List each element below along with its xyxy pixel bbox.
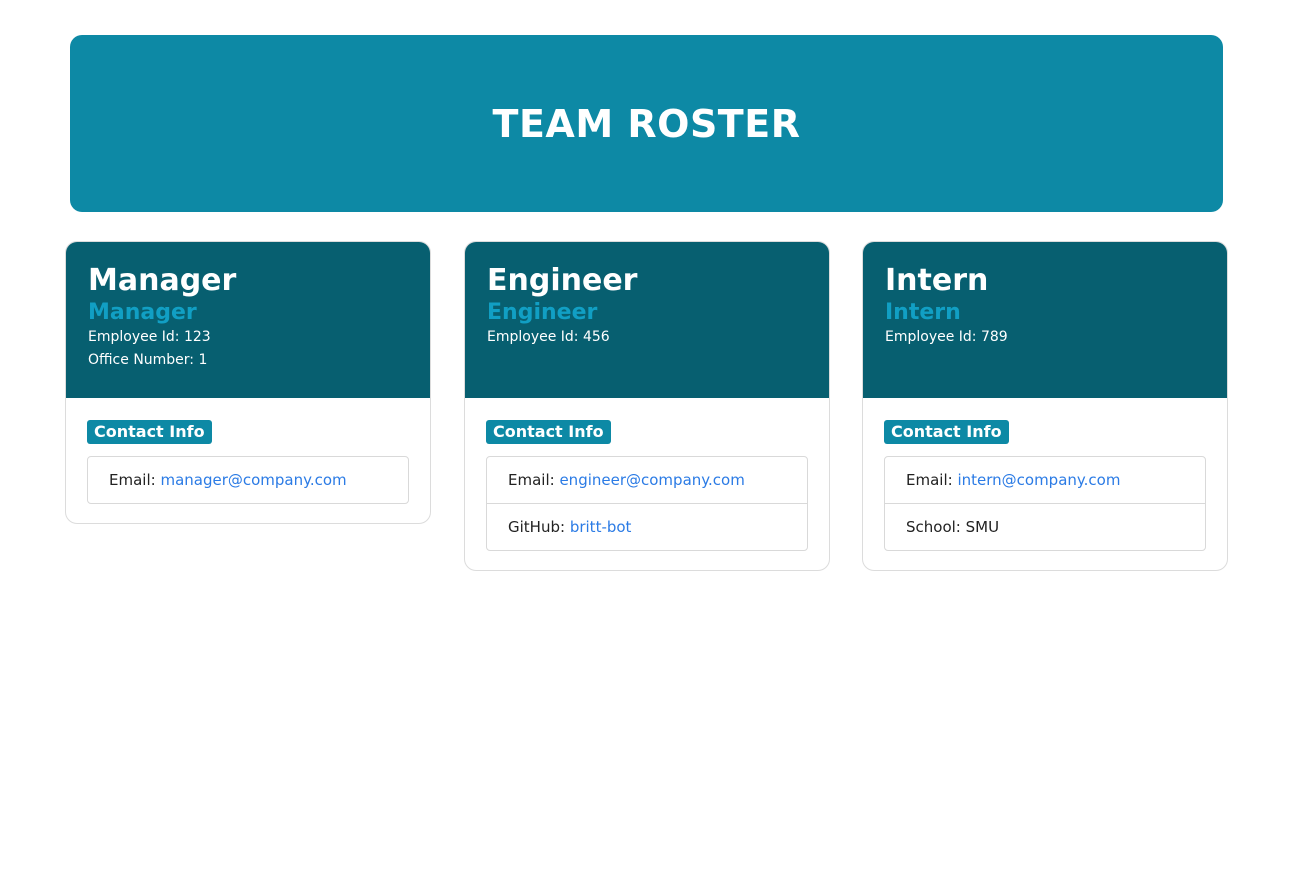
employee-name: Intern	[885, 263, 989, 298]
email-label: Email:	[109, 471, 156, 489]
card-body: Contact Info Email: engineer@company.com…	[465, 398, 829, 570]
manager-card: Manager Manager Employee Id: 123 Office …	[65, 241, 431, 524]
header-banner: TEAM ROSTER	[70, 35, 1223, 212]
contact-list: Email: engineer@company.com GitHub: brit…	[486, 456, 808, 551]
list-item-email: Email: engineer@company.com	[487, 457, 807, 503]
employee-id: Employee Id: 789	[885, 329, 1008, 345]
school-value: SMU	[965, 518, 1000, 536]
card-body: Contact Info Email: manager@company.com	[66, 398, 430, 523]
employee-name: Engineer	[487, 263, 638, 298]
employee-id: Employee Id: 123	[88, 329, 211, 345]
card-header: Manager Manager Employee Id: 123 Office …	[66, 242, 430, 398]
email-link[interactable]: intern@company.com	[957, 471, 1120, 489]
contact-info-badge: Contact Info	[87, 420, 212, 444]
list-item-github: GitHub: britt-bot	[487, 503, 807, 550]
card-header: Intern Intern Employee Id: 789	[863, 242, 1227, 398]
contact-info-badge: Contact Info	[486, 420, 611, 444]
page-title: TEAM ROSTER	[492, 101, 801, 146]
list-item-email: Email: intern@company.com	[885, 457, 1205, 503]
contact-list: Email: manager@company.com	[87, 456, 409, 504]
card-body: Contact Info Email: intern@company.com S…	[863, 398, 1227, 570]
card-header: Engineer Engineer Employee Id: 456	[465, 242, 829, 398]
email-label: Email:	[906, 471, 953, 489]
employee-role: Engineer	[487, 300, 598, 325]
contact-list: Email: intern@company.com School: SMU	[884, 456, 1206, 551]
email-label: Email:	[508, 471, 555, 489]
page: TEAM ROSTER Manager Manager Employee Id:…	[0, 0, 1301, 881]
email-link[interactable]: manager@company.com	[160, 471, 346, 489]
employee-name: Manager	[88, 263, 237, 298]
contact-info-badge: Contact Info	[884, 420, 1009, 444]
office-number: Office Number: 1	[88, 352, 208, 368]
engineer-card: Engineer Engineer Employee Id: 456 Conta…	[464, 241, 830, 571]
employee-id: Employee Id: 456	[487, 329, 610, 345]
github-link[interactable]: britt-bot	[570, 518, 632, 536]
intern-card: Intern Intern Employee Id: 789 Contact I…	[862, 241, 1228, 571]
list-item-school: School: SMU	[885, 503, 1205, 550]
school-label: School:	[906, 518, 961, 536]
employee-role: Intern	[885, 300, 961, 325]
github-label: GitHub:	[508, 518, 566, 536]
email-link[interactable]: engineer@company.com	[559, 471, 744, 489]
employee-role: Manager	[88, 300, 197, 325]
list-item-email: Email: manager@company.com	[88, 457, 408, 503]
